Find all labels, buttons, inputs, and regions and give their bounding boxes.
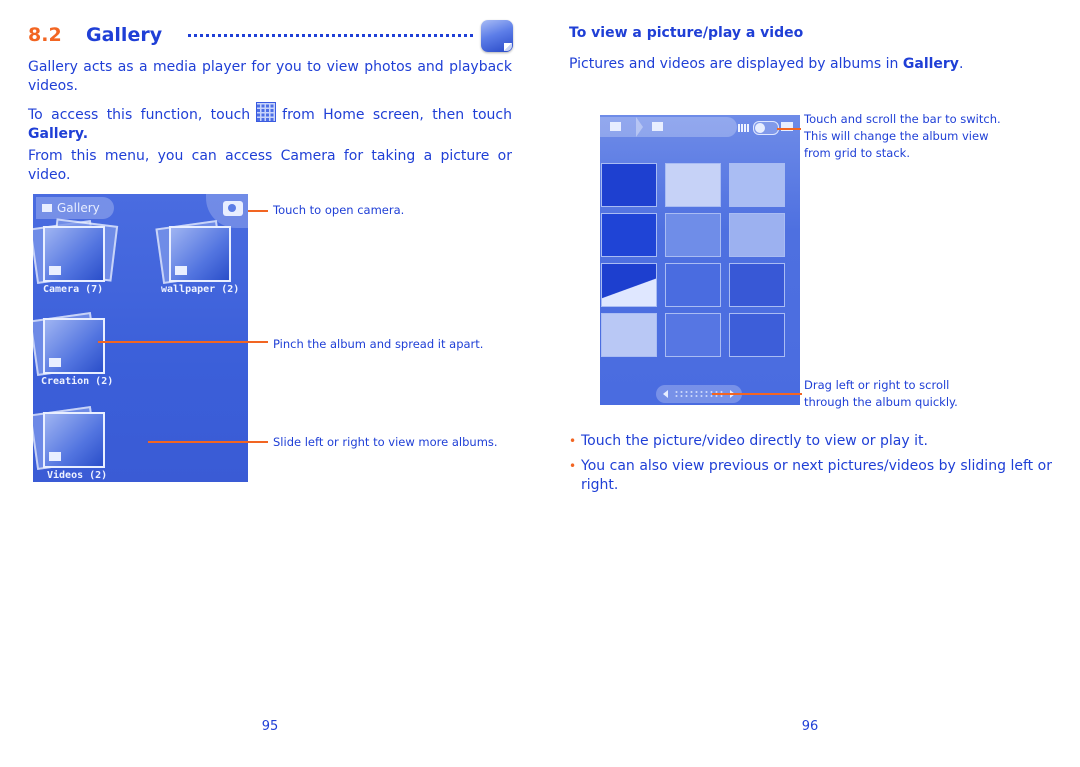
- menu-note: From this menu, you can access Camera fo…: [28, 148, 512, 183]
- subheading: To view a picture/play a video: [569, 25, 804, 41]
- gallery-header-tab: Gallery: [36, 197, 114, 219]
- section-title: Gallery: [86, 24, 163, 46]
- gallery-albums-screenshot: Gallery Camera (7) wallpaper (2) Creatio…: [33, 194, 248, 482]
- callout-line: [148, 441, 268, 443]
- callout-line: [777, 128, 801, 130]
- bullet-dot: •: [569, 434, 577, 448]
- app-grid-icon: [256, 102, 277, 122]
- thumbnail[interactable]: [729, 213, 785, 257]
- breadcrumb[interactable]: [600, 117, 737, 137]
- callout-camera: Touch to open camera.: [273, 203, 405, 217]
- callout-pinch: Pinch the album and spread it apart.: [273, 337, 484, 351]
- thumbnail[interactable]: [601, 313, 657, 357]
- callout-line: [98, 341, 268, 343]
- album-label: Camera (7): [43, 284, 104, 295]
- gallery-icon: [610, 122, 621, 131]
- section-number: 8.2: [28, 24, 62, 46]
- thumbnail[interactable]: [729, 163, 785, 207]
- bullet-item: • Touch the picture/video directly to vie…: [569, 433, 928, 449]
- gallery-app-icon: [481, 20, 513, 52]
- page-number: 96: [801, 719, 819, 734]
- thumbnail[interactable]: [665, 163, 721, 207]
- folder-icon: [652, 122, 663, 131]
- thumbnail[interactable]: [601, 163, 657, 207]
- gallery-icon: [42, 204, 52, 212]
- callout-line: [248, 210, 268, 212]
- grid-view-icon: [738, 124, 750, 132]
- thumbnail[interactable]: [665, 213, 721, 257]
- album-label: wallpaper (2): [161, 284, 240, 295]
- thumbnail[interactable]: [601, 213, 657, 257]
- callout-line: [712, 393, 802, 395]
- folder-icon: [49, 358, 61, 367]
- section-heading: 8.2 Gallery: [28, 20, 513, 54]
- bullet-list: • Touch the picture/video directly to vie…: [569, 432, 1052, 501]
- thumbnail[interactable]: [665, 263, 721, 307]
- folder-icon: [175, 266, 187, 275]
- access-paragraph: To access this function, touch from Home …: [28, 102, 512, 144]
- thumbnail[interactable]: [665, 313, 721, 357]
- folder-icon: [49, 452, 61, 461]
- leader-dots: [188, 34, 473, 37]
- left-page: 8.2 Gallery Gallery acts as a media play…: [0, 0, 540, 767]
- intro-paragraph: Gallery acts as a media player for you t…: [28, 59, 512, 94]
- intro-paragraph: Pictures and videos are displayed by alb…: [569, 56, 964, 72]
- album-label: Videos (2): [47, 470, 108, 481]
- view-toggle-switch[interactable]: [753, 121, 779, 135]
- right-page: To view a picture/play a video Pictures …: [540, 0, 1080, 767]
- camera-small-icon: [49, 266, 61, 275]
- bullet-dot: •: [569, 459, 577, 473]
- thumbnail[interactable]: [601, 263, 657, 307]
- album-label: Creation (2): [41, 376, 114, 387]
- gallery-target: Gallery.: [28, 126, 89, 142]
- callout-slide: Slide left or right to view more albums.: [273, 435, 498, 449]
- album-grid-screenshot: [600, 115, 800, 405]
- thumbnail[interactable]: [729, 263, 785, 307]
- page-number: 95: [261, 719, 279, 734]
- thumbnail[interactable]: [729, 313, 785, 357]
- bullet-item: • You can also view previous or next pict…: [569, 458, 1052, 493]
- camera-icon[interactable]: [223, 201, 243, 216]
- callout-scroll: Drag left or right to scroll through the…: [804, 378, 958, 409]
- scroll-left-icon: [663, 390, 668, 398]
- callout-view-switch: Touch and scroll the bar to switch. This…: [804, 112, 1001, 160]
